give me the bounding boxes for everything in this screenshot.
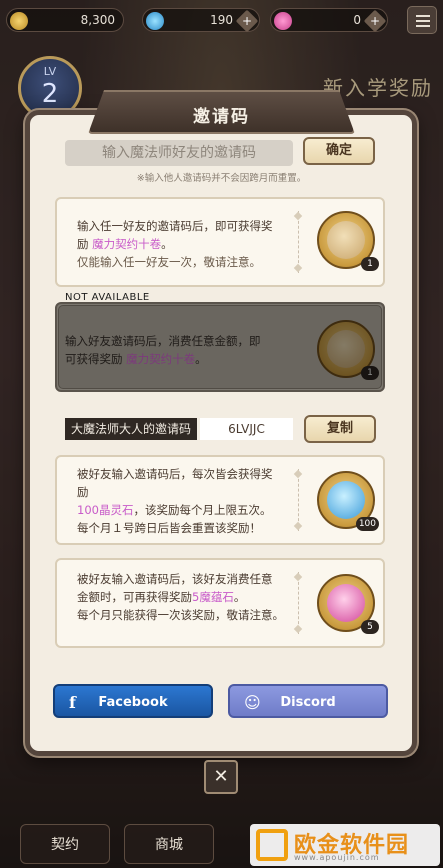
reward-card-friend-spend: 被好友输入邀请码后，该好友消费任意 金额时，可再获得奖励5魔蕴石。 每个月只能获…: [55, 558, 385, 648]
pink-crystal-icon: [327, 584, 365, 622]
tab-shop[interactable]: 商城: [124, 824, 214, 864]
add-gems-button[interactable]: +: [235, 9, 259, 33]
gold-resource: 8,300: [6, 8, 124, 32]
magic-stone-reward-icon[interactable]: 5: [317, 574, 379, 634]
invite-code-input[interactable]: 输入魔法师好友的邀请码: [65, 140, 293, 166]
reward-card-invited: 被好友输入邀请码后，每次皆会获得奖 励 100晶灵石，该奖励每个月上限五次。 每…: [55, 455, 385, 545]
hamburger-icon: [416, 15, 430, 17]
contract-scroll-reward-icon: 1: [317, 320, 379, 380]
watermark-logo-icon: [256, 829, 288, 861]
close-button[interactable]: ✕: [204, 760, 238, 794]
reward-count-badge: 1: [361, 257, 379, 271]
scroll-icon: [327, 221, 365, 259]
gold-value: 8,300: [80, 13, 115, 27]
gem-value: 190: [210, 13, 233, 27]
reward-card-enter-code: 输入任一好友的邀请码后，即可获得奖 励 魔力契约十卷。 仅能输入任一好友一次，敬…: [55, 197, 385, 287]
crystal-resource: 0 +: [270, 8, 388, 33]
tab-contract[interactable]: 契约: [20, 824, 110, 864]
reward-count-badge: 100: [355, 517, 379, 531]
discord-icon: ☺: [244, 693, 261, 712]
gold-coin-icon: [10, 12, 28, 30]
menu-button[interactable]: [407, 6, 437, 34]
my-invite-code-value: 6LVJJC: [200, 418, 293, 440]
add-crystals-button[interactable]: +: [363, 9, 387, 33]
copy-button[interactable]: 复制: [304, 415, 376, 443]
scroll-icon: [327, 330, 365, 368]
my-invite-code-label: 大魔法师大人的邀请码: [65, 418, 198, 440]
reward-card-spend-disabled: 输入好友邀请码后，消费任意金额，即 可获得奖励 魔力契约十卷。 1: [55, 302, 385, 392]
reset-note: ※输入他人邀请码并不会因跨月而重置。: [136, 173, 307, 184]
blue-gem-icon: [327, 481, 365, 519]
gem-icon: [146, 12, 164, 30]
crystal-icon: [274, 12, 292, 30]
reward-count-badge: 1: [361, 366, 379, 380]
dialog-title: 邀请码: [193, 107, 250, 127]
site-watermark: 欧金软件园 www.apoujin.com: [250, 824, 440, 866]
gem-resource: 190 +: [142, 8, 260, 33]
facebook-button[interactable]: f Facebook: [53, 684, 213, 718]
crystal-value: 0: [353, 13, 361, 27]
facebook-icon: f: [69, 693, 76, 712]
top-resource-bar: 8,300 190 + 0 +: [0, 0, 443, 40]
dialog-title-tab: 邀请码: [88, 90, 355, 134]
contract-scroll-reward-icon[interactable]: 1: [317, 211, 379, 271]
spirit-stone-reward-icon[interactable]: 100: [317, 471, 379, 531]
confirm-button[interactable]: 确定: [303, 137, 375, 165]
reward-count-badge: 5: [361, 620, 379, 634]
discord-button[interactable]: ☺ Discord: [228, 684, 388, 718]
